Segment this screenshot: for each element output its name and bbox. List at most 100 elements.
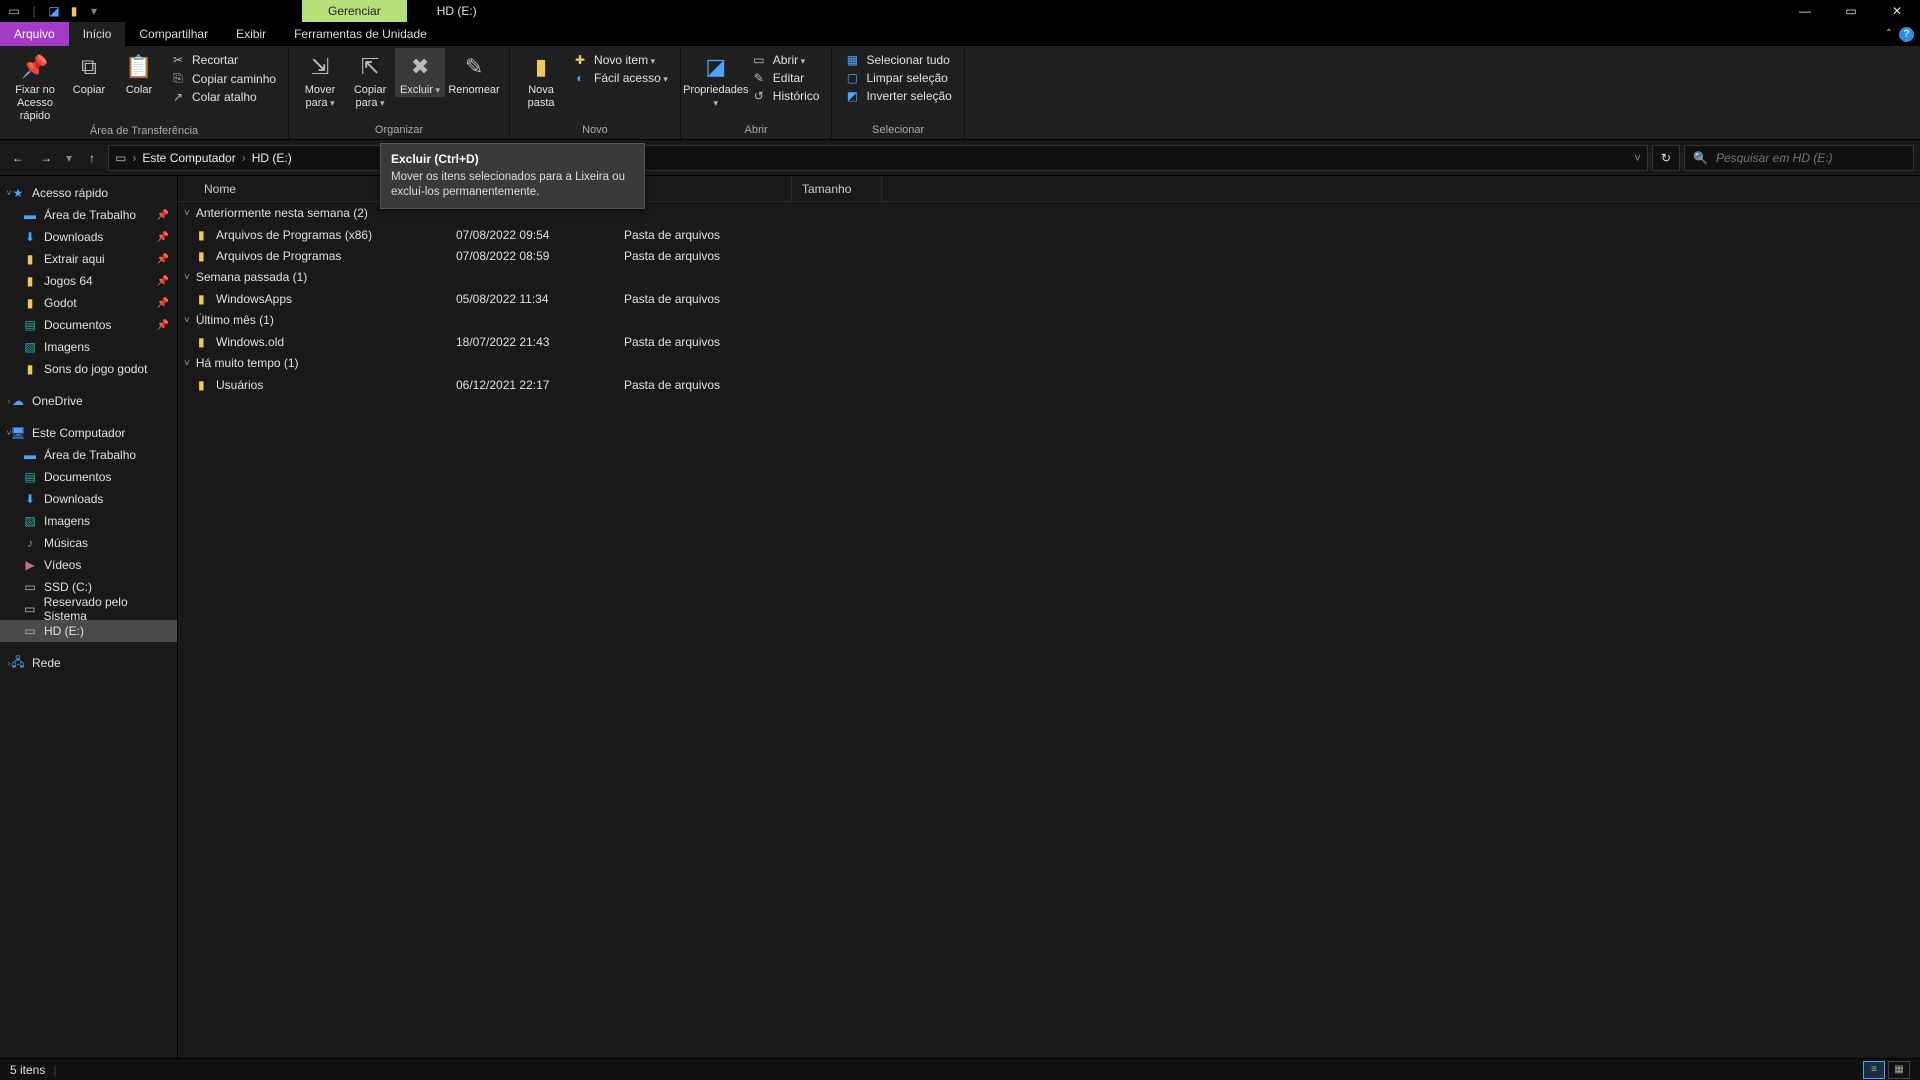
navpane-documents[interactable]: ▤Documentos📌 — [0, 314, 177, 336]
col-size[interactable]: Tamanho — [792, 176, 882, 201]
window-maximize[interactable]: ▭ — [1828, 0, 1874, 22]
copy-button[interactable]: ⧉ Copiar — [64, 48, 114, 97]
open-button[interactable]: ▭Abrir — [745, 52, 826, 68]
copyto-icon: ⇱ — [354, 52, 386, 82]
navpane-quick-access[interactable]: ˅★Acesso rápido — [0, 182, 177, 204]
file-group-header[interactable]: ˅Semana passada (1) — [178, 266, 1920, 288]
nav-up[interactable]: ↑ — [80, 146, 104, 170]
easy-access-button[interactable]: ◐Fácil acesso — [566, 70, 674, 86]
app-icon: ▭ — [6, 3, 22, 19]
paste-button[interactable]: 📋 Colar — [114, 48, 164, 97]
navpane-pc-downloads[interactable]: ⬇Downloads — [0, 488, 177, 510]
refresh-button[interactable]: ↻ — [1652, 145, 1680, 171]
help-icon[interactable]: ? — [1899, 27, 1914, 42]
navpane-games[interactable]: ▮Jogos 64📌 — [0, 270, 177, 292]
window-minimize[interactable]: — — [1782, 0, 1828, 22]
navpane-pictures[interactable]: ▧Imagens — [0, 336, 177, 358]
pin-icon: 📌 — [157, 276, 169, 287]
new-item-button[interactable]: ✚Novo item — [566, 52, 674, 68]
nav-forward[interactable]: → — [34, 146, 58, 170]
navpane-this-pc[interactable]: ˅🖥Este Computador — [0, 422, 177, 444]
qat-properties-icon[interactable]: ◪ — [46, 3, 62, 19]
rename-button[interactable]: ✎ Renomear — [445, 48, 503, 97]
search-input[interactable] — [1716, 151, 1905, 165]
delete-icon: ✖ — [404, 52, 436, 82]
file-date: 07/08/2022 08:59 — [456, 249, 624, 263]
delete-button[interactable]: ✖ Excluir — [395, 48, 445, 97]
history-button[interactable]: ↺Histórico — [745, 88, 826, 104]
group-label-organize: Organizar — [295, 122, 503, 139]
qat-dropdown-icon[interactable]: ▾ — [86, 3, 102, 19]
tab-home[interactable]: Início — [69, 22, 126, 46]
col-type[interactable] — [622, 176, 792, 201]
address-bar[interactable]: ▭ › Este Computador › HD (E:) ˅ — [108, 145, 1648, 171]
navpane-onedrive[interactable]: ›☁OneDrive — [0, 390, 177, 412]
paste-icon: 📋 — [123, 52, 155, 82]
navpane-extract[interactable]: ▮Extrair aqui📌 — [0, 248, 177, 270]
window-close[interactable]: ✕ — [1874, 0, 1920, 22]
navpane-downloads[interactable]: ⬇Downloads📌 — [0, 226, 177, 248]
navpane-pc-music[interactable]: ♪Músicas — [0, 532, 177, 554]
navpane-pc-reserved[interactable]: ▭Reservado pelo Sistema — [0, 598, 177, 620]
file-row[interactable]: ▮WindowsApps05/08/2022 11:34Pasta de arq… — [178, 288, 1920, 309]
view-icons-toggle[interactable]: ▦ — [1888, 1061, 1910, 1079]
file-row[interactable]: ▮Usuários06/12/2021 22:17Pasta de arquiv… — [178, 374, 1920, 395]
select-none-button[interactable]: ▢Limpar seleção — [838, 70, 957, 86]
moveto-icon: ⇲ — [304, 52, 336, 82]
ribbon-collapse[interactable]: ˆ — [1887, 27, 1891, 41]
tooltip-title: Excluir (Ctrl+D) — [391, 152, 634, 166]
rename-icon: ✎ — [458, 52, 490, 82]
file-group-header[interactable]: ˅Há muito tempo (1) — [178, 352, 1920, 374]
file-row[interactable]: ▮Arquivos de Programas07/08/2022 08:59Pa… — [178, 245, 1920, 266]
navpane-godot[interactable]: ▮Godot📌 — [0, 292, 177, 314]
nav-recent-dropdown[interactable]: ▾ — [62, 146, 76, 170]
select-all-button[interactable]: ▦Selecionar tudo — [838, 52, 957, 68]
crumb-here[interactable]: HD (E:) — [252, 151, 292, 165]
folder-icon: ▮ — [22, 362, 38, 376]
file-row[interactable]: ▮Windows.old18/07/2022 21:43Pasta de arq… — [178, 331, 1920, 352]
navpane-pc-pictures[interactable]: ▧Imagens — [0, 510, 177, 532]
navpane-pc-desktop[interactable]: ▬Área de Trabalho — [0, 444, 177, 466]
context-tab-manage[interactable]: Gerenciar — [302, 0, 407, 22]
search-box[interactable]: 🔍 — [1684, 145, 1914, 171]
tab-view[interactable]: Exibir — [222, 22, 280, 46]
move-to-button[interactable]: ⇲ Mover para — [295, 48, 345, 110]
cut-button[interactable]: ✂Recortar — [164, 52, 282, 68]
navpane-pc-hd[interactable]: ▭HD (E:) — [0, 620, 177, 642]
navpane-godot-sounds[interactable]: ▮Sons do jogo godot — [0, 358, 177, 380]
group-label-select: Selecionar — [838, 122, 957, 139]
content-pane: Nome Tamanho ˅Anteriormente nesta semana… — [178, 176, 1920, 1058]
status-item-count: 5 itens — [10, 1063, 45, 1077]
file-group-header[interactable]: ˅Último mês (1) — [178, 309, 1920, 331]
file-row[interactable]: ▮Arquivos de Programas (x86)07/08/2022 0… — [178, 224, 1920, 245]
paste-shortcut-button[interactable]: ↗Colar atalho — [164, 89, 282, 105]
crumb-root[interactable]: Este Computador — [142, 151, 235, 165]
new-folder-button[interactable]: ▮ Nova pasta — [516, 48, 566, 110]
ribbon: 📌 Fixar no Acesso rápido ⧉ Copiar 📋 Cola… — [0, 46, 1920, 140]
pin-quick-access-button[interactable]: 📌 Fixar no Acesso rápido — [6, 48, 64, 123]
pictures-icon: ▧ — [22, 514, 38, 528]
file-type: Pasta de arquivos — [624, 335, 794, 349]
navpane-pc-documents[interactable]: ▤Documentos — [0, 466, 177, 488]
tab-share[interactable]: Compartilhar — [125, 22, 222, 46]
history-label: Histórico — [773, 89, 820, 103]
qat-newfolder-icon[interactable]: ▮ — [66, 3, 82, 19]
titlebar: ▭ | ◪ ▮ ▾ Gerenciar HD (E:) — ▭ ✕ — [0, 0, 1920, 22]
tab-file[interactable]: Arquivo — [0, 22, 69, 46]
navpane-desktop[interactable]: ▬Área de Trabalho📌 — [0, 204, 177, 226]
edit-button[interactable]: ✎Editar — [745, 70, 826, 86]
copy-path-label: Copiar caminho — [192, 72, 276, 86]
folder-icon: ▮ — [22, 252, 38, 266]
quick-access-toolbar: ▭ | ◪ ▮ ▾ — [0, 3, 102, 19]
invert-selection-button[interactable]: ◩Inverter seleção — [838, 88, 957, 104]
address-dropdown-icon[interactable]: ˅ — [1634, 151, 1641, 165]
copy-to-button[interactable]: ⇱ Copiar para — [345, 48, 395, 110]
tab-drive-tools[interactable]: Ferramentas de Unidade — [280, 22, 441, 46]
properties-button[interactable]: ◪ Propriedades — [687, 48, 745, 110]
view-details-toggle[interactable]: ≡ — [1863, 1061, 1885, 1079]
navpane-pc-videos[interactable]: ▶Vídeos — [0, 554, 177, 576]
copy-path-button[interactable]: ⎘Copiar caminho — [164, 70, 282, 87]
nav-back[interactable]: ← — [6, 146, 30, 170]
navpane-network[interactable]: ›🖧Rede — [0, 652, 177, 674]
chevron-down-icon: ˅ — [184, 272, 190, 283]
